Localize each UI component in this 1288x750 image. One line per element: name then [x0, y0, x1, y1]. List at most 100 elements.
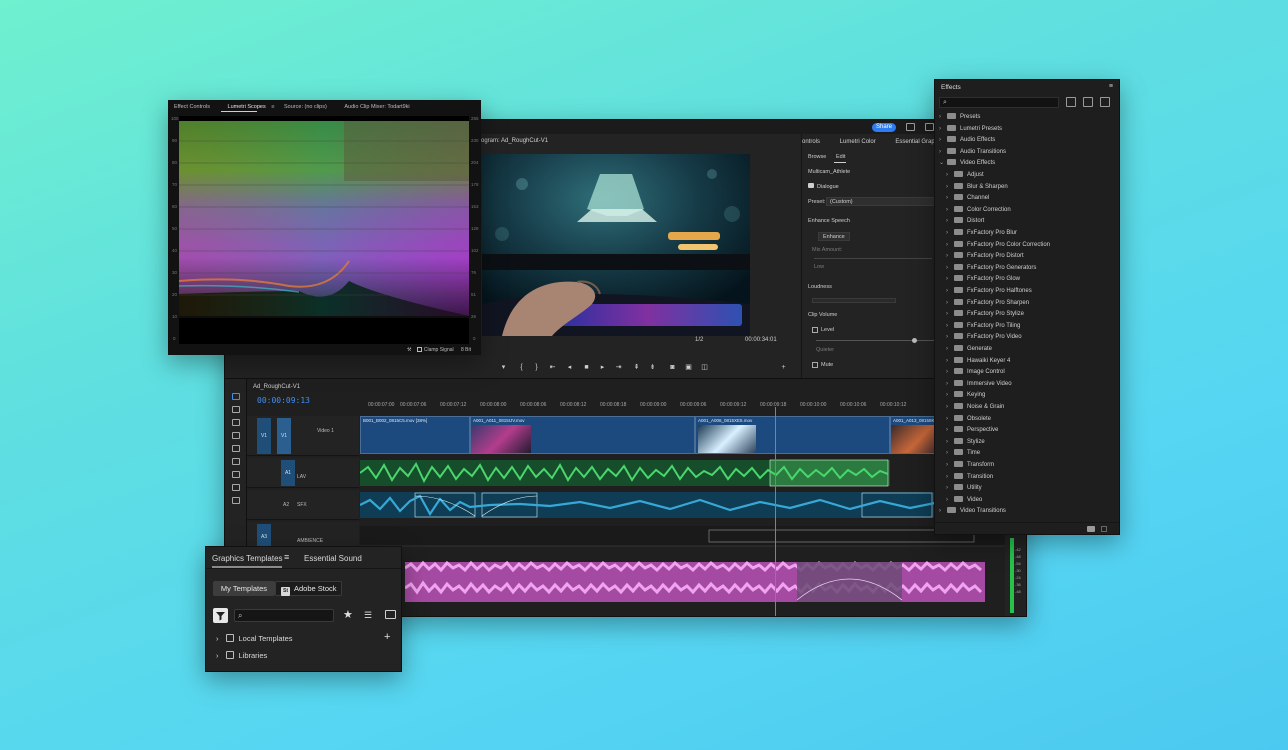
step-back-icon[interactable]: ◂	[566, 364, 573, 371]
adobe-stock-button[interactable]: St Adobe Stock	[275, 581, 342, 596]
rectangle-tool-icon[interactable]	[232, 471, 240, 478]
extract-icon[interactable]: ⇟	[649, 364, 656, 371]
effects-tree-item[interactable]: › Stylize	[946, 437, 985, 448]
effects-tree-item[interactable]: › Noise & Grain	[946, 402, 1004, 413]
effects-tree-item[interactable]: › Utility	[946, 483, 982, 494]
chevron-right-icon[interactable]: ›	[946, 216, 954, 227]
chevron-right-icon[interactable]: ›	[946, 472, 954, 483]
timeline-timecode[interactable]: 00:00:09:13	[257, 396, 310, 405]
effects-tree-item[interactable]: › FxFactory Pro Generators	[946, 263, 1036, 274]
effects-tree-item[interactable]: › FxFactory Pro Blur	[946, 228, 1017, 239]
chevron-right-icon[interactable]: ›	[939, 147, 947, 158]
effects-tree-item[interactable]: › FxFactory Pro Video	[946, 332, 1022, 343]
my-templates-button[interactable]: My Templates	[213, 581, 275, 596]
chevron-right-icon[interactable]: ›	[946, 193, 954, 204]
chevron-right-icon[interactable]: ›	[939, 112, 947, 123]
chevron-right-icon[interactable]: ›	[939, 124, 947, 135]
effects-tree-item[interactable]: › FxFactory Pro Stylize	[946, 309, 1024, 320]
tab-lumetri-color[interactable]: Lumetri Color	[840, 139, 876, 145]
chevron-right-icon[interactable]: ›	[946, 205, 954, 216]
effects-tree-item[interactable]: › Image Control	[946, 367, 1005, 378]
tab-essential-sound[interactable]: Essential Sound	[304, 554, 362, 563]
chevron-right-icon[interactable]: ›	[946, 448, 954, 459]
chevron-right-icon[interactable]: ›	[946, 182, 954, 193]
chevron-right-icon[interactable]: ›	[946, 170, 954, 181]
sequence-tab[interactable]: Ad_RoughCut-V1	[253, 384, 300, 390]
chevron-right-icon[interactable]: ›	[946, 344, 954, 355]
time-ruler[interactable]: 00:00:07:00 00:00:07:06 00:00:07:12 00:0…	[360, 402, 1005, 414]
track-target-a1[interactable]: A1	[281, 460, 295, 486]
video-clip[interactable]: A001_A006_0815XE5.mov	[695, 416, 890, 454]
checkbox[interactable]	[225, 651, 234, 659]
chevron-right-icon[interactable]: ›	[946, 379, 954, 390]
video-clip[interactable]: B001_B002_0815C5.mov [38%]	[360, 416, 470, 454]
favorites-star-icon[interactable]: ★	[343, 608, 353, 621]
chevron-right-icon[interactable]: ›	[946, 251, 954, 262]
enhance-button[interactable]: Enhance	[818, 232, 850, 241]
effects-tree-item[interactable]: › Audio Transitions	[939, 147, 1006, 158]
chevron-right-icon[interactable]: ›	[946, 495, 954, 506]
type-tool-icon[interactable]	[232, 497, 240, 504]
tab-effect-controls[interactable]: Effect Controls	[174, 104, 210, 110]
chevron-right-icon[interactable]: ›	[946, 356, 954, 367]
effects-tree-item[interactable]: › Adjust	[946, 170, 984, 181]
effects-tree-item[interactable]: › Video	[946, 495, 982, 506]
new-folder-icon[interactable]	[385, 610, 396, 619]
chevron-right-icon[interactable]: ›	[946, 332, 954, 343]
track-source-v1[interactable]: V1	[257, 418, 271, 454]
chevron-right-icon[interactable]: ›	[216, 651, 219, 660]
audio-waveform-sfx[interactable]	[359, 490, 1005, 520]
video-clip[interactable]: A001_A011_0815IJV.mov	[470, 416, 695, 454]
selection-tool-icon[interactable]	[232, 393, 240, 400]
hand-tool-icon[interactable]	[232, 484, 240, 491]
dialogue-type[interactable]: Dialogue	[808, 183, 839, 190]
effects-tree-item[interactable]: › Obsolete	[946, 414, 991, 425]
chevron-right-icon[interactable]: ›	[946, 483, 954, 494]
comparison-view-icon[interactable]: ▣	[685, 364, 692, 371]
level-slider-handle[interactable]	[912, 338, 917, 343]
lift-icon[interactable]: ⇞	[633, 364, 640, 371]
tab-source[interactable]: Source: (no clips)	[284, 104, 327, 110]
new-bin-icon[interactable]	[1087, 526, 1095, 532]
effects-tree-item[interactable]: › Transition	[946, 472, 993, 483]
chevron-right-icon[interactable]: ›	[939, 135, 947, 146]
list-view-icon[interactable]: ☰	[364, 610, 372, 621]
export-icon[interactable]	[925, 123, 934, 131]
templates-search-input[interactable]: ⌕	[234, 609, 334, 622]
auto-match-button[interactable]	[812, 298, 896, 303]
export-frame-icon[interactable]: ◙	[669, 364, 676, 371]
track-target-v1[interactable]: V1	[277, 418, 291, 454]
audio-clip-ambience[interactable]	[360, 522, 1005, 552]
add-icon[interactable]: +	[384, 631, 390, 643]
effects-tree-item[interactable]: › Video Transitions	[939, 506, 1006, 517]
effects-tree-item[interactable]: › FxFactory Pro Tiling	[946, 321, 1020, 332]
effects-tree-item[interactable]: › Lumetri Presets	[939, 124, 1002, 135]
chevron-right-icon[interactable]: ›	[946, 425, 954, 436]
program-monitor-tab[interactable]: Program: Ad_RoughCut-V1	[475, 138, 548, 144]
chevron-right-icon[interactable]: ›	[946, 367, 954, 378]
effects-tree-item[interactable]: › FxFactory Pro Distort	[946, 251, 1024, 262]
effects-search-input[interactable]: ⌕	[939, 97, 1059, 108]
tree-item-libraries[interactable]: › Libraries	[216, 650, 267, 662]
out-point-icon[interactable]: }	[533, 364, 540, 371]
go-to-in-icon[interactable]: ⇤	[549, 364, 556, 371]
play-icon[interactable]: ■	[583, 364, 590, 371]
zoom-select[interactable]: 1/2	[695, 337, 703, 343]
chevron-right-icon[interactable]: ›	[946, 437, 954, 448]
effects-tree-item[interactable]: › Immersive Video	[946, 379, 1012, 390]
checkbox[interactable]	[225, 634, 234, 642]
effects-tree-item[interactable]: › FxFactory Pro Glow	[946, 274, 1020, 285]
tab-menu-icon[interactable]: ≡	[271, 104, 274, 110]
bit-depth-select[interactable]: 8 Bit	[461, 347, 471, 353]
slip-tool-icon[interactable]	[232, 445, 240, 452]
level-checkbox[interactable]	[812, 327, 818, 333]
effects-tree-item[interactable]: › FxFactory Pro Halftones	[946, 286, 1032, 297]
chevron-right-icon[interactable]: ›	[946, 309, 954, 320]
filter-icon[interactable]	[213, 608, 228, 623]
effects-tree-item[interactable]: › Audio Effects	[939, 135, 995, 146]
playhead[interactable]	[775, 407, 776, 616]
delete-icon[interactable]	[1101, 526, 1107, 532]
effects-tree-item[interactable]: › FxFactory Pro Color Correction	[946, 240, 1050, 251]
chevron-right-icon[interactable]: ›	[946, 460, 954, 471]
tab-audio-clip-mixer[interactable]: Audio Clip Mixer: Todart9ki	[344, 104, 409, 110]
